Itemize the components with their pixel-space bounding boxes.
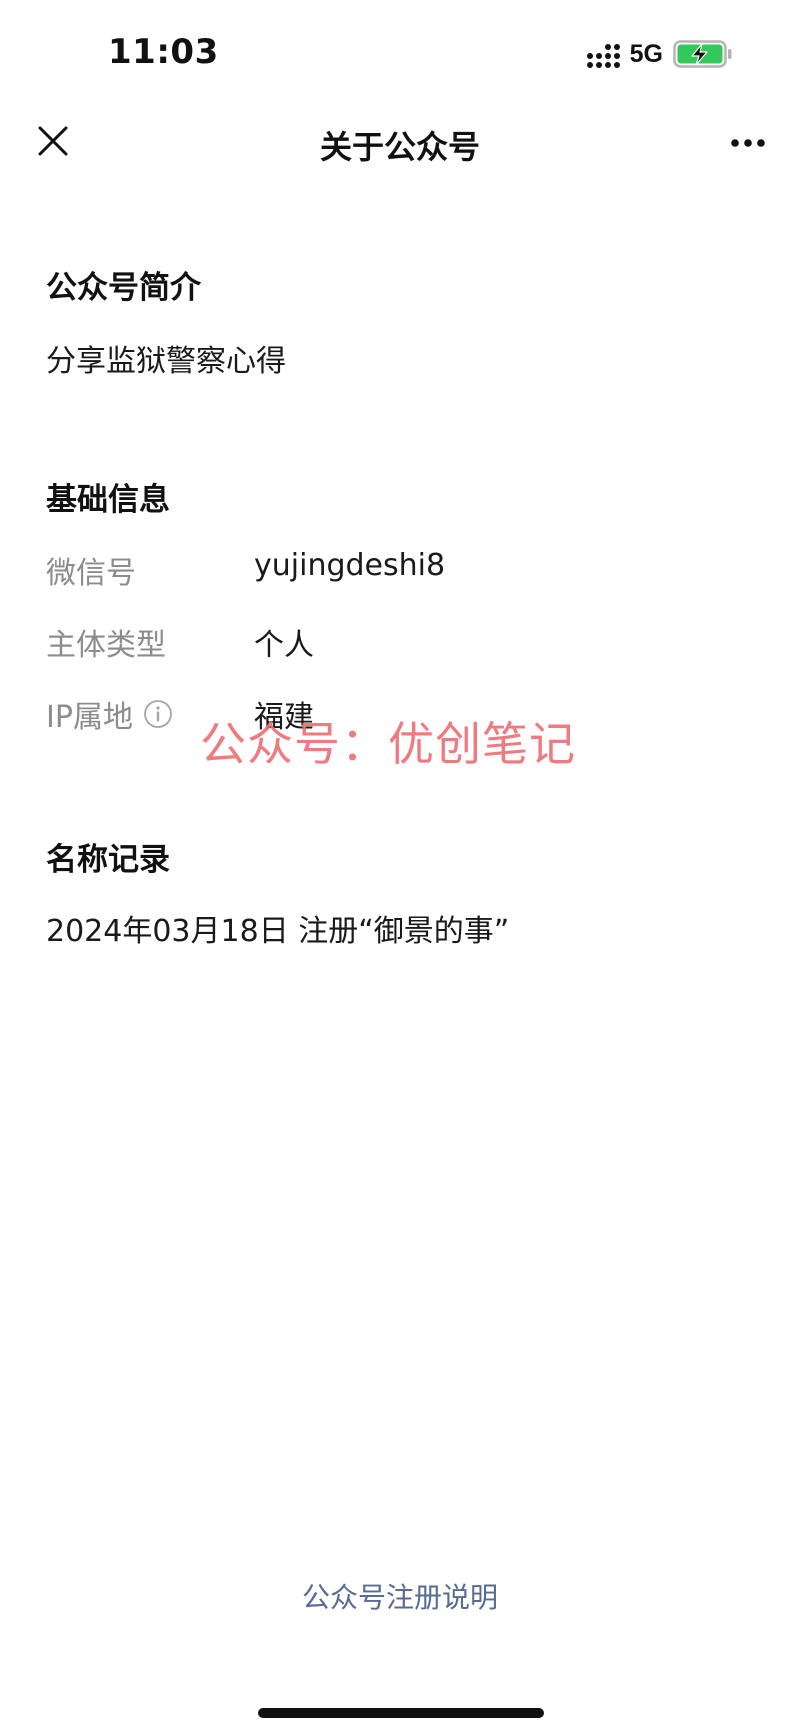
page-title: 关于公众号	[319, 128, 480, 166]
watermark-text: 公众号：优创笔记	[200, 717, 576, 771]
intro-text: 分享监狱警察心得	[46, 344, 286, 379]
signal-icon	[586, 40, 620, 68]
home-indicator[interactable]	[258, 1708, 544, 1718]
wechat-id-value: yujingdeshi8	[254, 548, 446, 583]
name-history-section-title: 名称记录	[46, 842, 170, 878]
more-icon[interactable]	[730, 138, 766, 148]
status-time: 11:03	[108, 32, 219, 72]
ip-location-label: IP属地	[46, 692, 173, 736]
info-label-text: IP属地	[46, 700, 133, 735]
info-circle-icon[interactable]	[143, 699, 173, 729]
status-indicators: 5G	[586, 38, 733, 70]
wechat-id-label: 微信号	[46, 548, 136, 592]
entity-type-value: 个人	[254, 628, 314, 663]
name-history-entry: 2024年03月18日 注册“御景的事”	[46, 914, 510, 949]
info-label-text: 微信号	[46, 556, 136, 591]
network-label: 5G	[629, 39, 663, 68]
battery-charging-icon	[673, 40, 732, 68]
info-label-text: 主体类型	[46, 628, 166, 663]
status-bar: 11:03 5G	[0, 0, 800, 100]
nav-bar: 关于公众号	[0, 108, 800, 176]
registration-info-link[interactable]: 公众号注册说明	[0, 1576, 800, 1616]
intro-section-title: 公众号简介	[46, 270, 201, 306]
entity-type-label: 主体类型	[46, 620, 166, 664]
basic-info-section-title: 基础信息	[46, 482, 170, 518]
